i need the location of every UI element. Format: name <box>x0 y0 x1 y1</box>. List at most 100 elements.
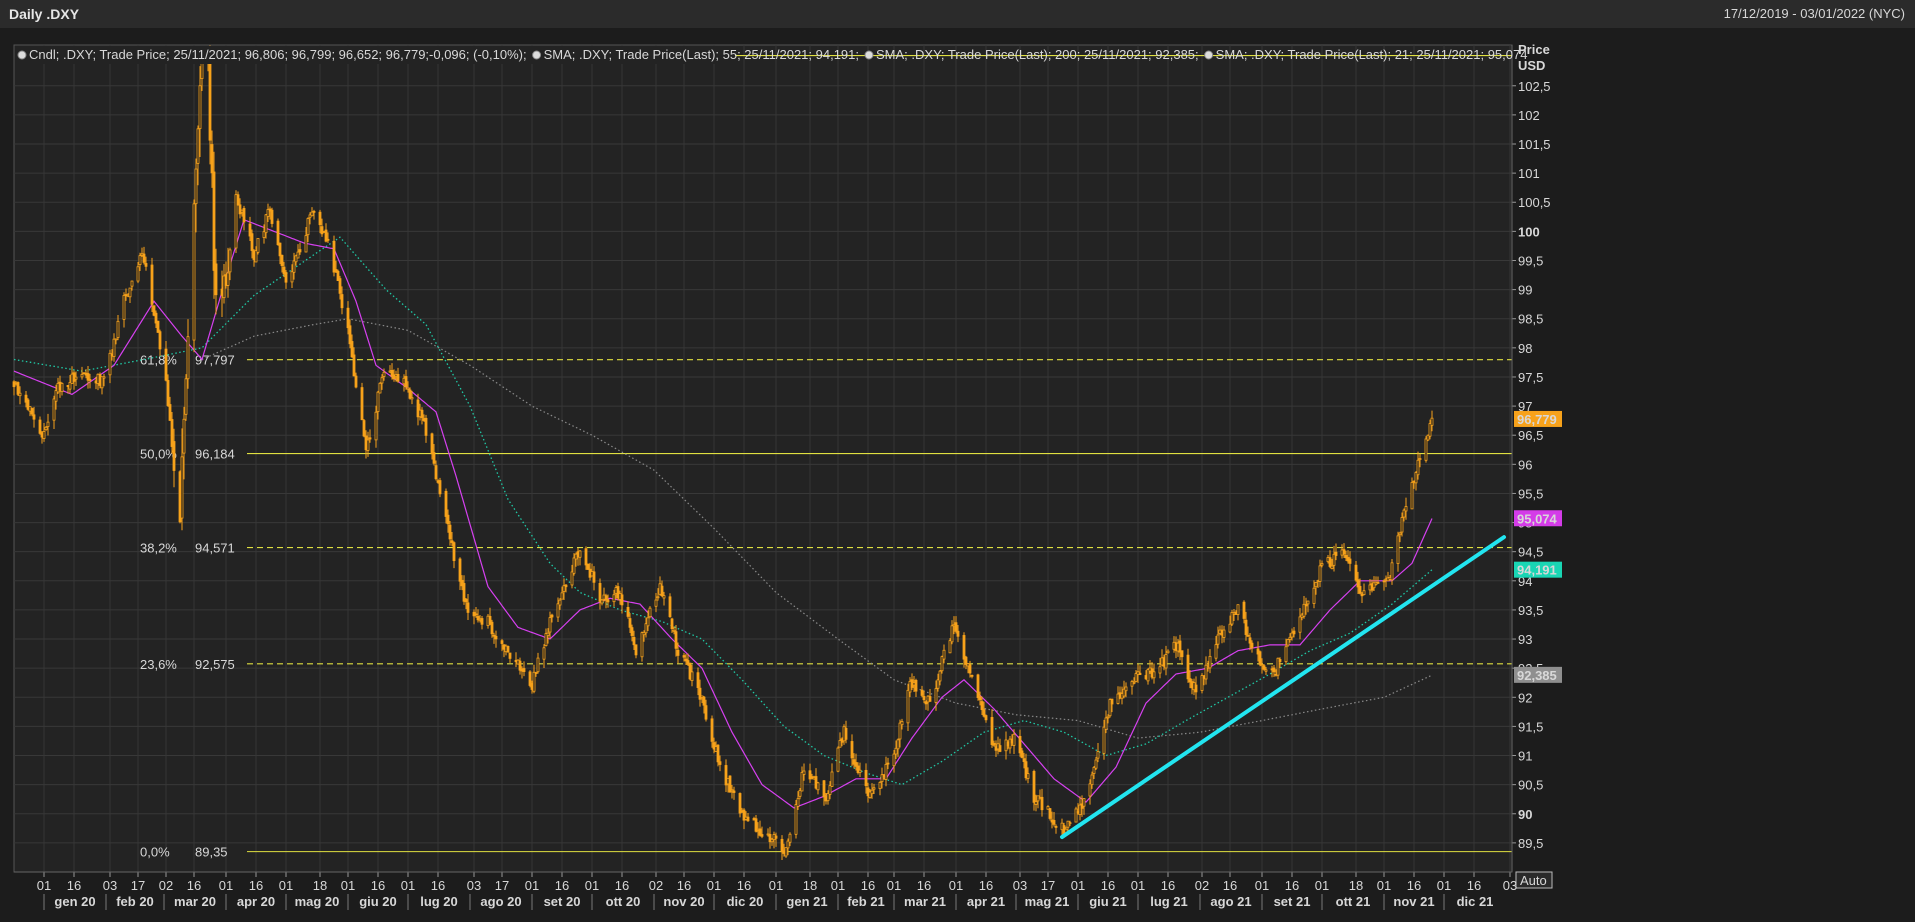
candle-body <box>962 635 966 660</box>
x-month-label: apr 20 <box>237 894 275 909</box>
candle-body <box>1244 619 1248 635</box>
date-range: 17/12/2019 - 03/01/2022 (NYC) <box>1723 6 1905 21</box>
candle-body <box>578 550 582 558</box>
y-tick-label: 100 <box>1518 224 1540 239</box>
candle-body <box>354 375 358 388</box>
x-day-label: 01 <box>831 878 845 893</box>
candle-body <box>1228 623 1232 633</box>
candle-body <box>1132 682 1136 684</box>
legend-entry: SMA; .DXY; Trade Price(Last); 200; 25/11… <box>876 47 1199 62</box>
x-month-label: feb 20 <box>116 894 154 909</box>
x-day-label: 03 <box>1013 878 1027 893</box>
candle-body <box>1396 535 1400 564</box>
candle-body <box>546 632 550 636</box>
x-month-label: lug 20 <box>420 894 458 909</box>
candle-body <box>906 689 910 724</box>
candle-body <box>1104 717 1108 730</box>
x-day-label: 16 <box>431 878 445 893</box>
candle-body <box>250 233 254 251</box>
candle-body <box>368 437 372 440</box>
candle-body <box>338 278 342 294</box>
candle-body <box>534 672 538 674</box>
plot-area[interactable] <box>13 44 1513 873</box>
candle-body <box>850 741 854 759</box>
candle-body <box>1158 666 1162 674</box>
y-tick-label: 99,5 <box>1518 253 1543 268</box>
price-tag-label: 95,074 <box>1517 511 1558 526</box>
x-day-label: 01 <box>769 878 783 893</box>
candle-body <box>166 380 170 406</box>
x-day-label: 18 <box>803 878 817 893</box>
candle-body <box>128 287 132 298</box>
candle-body <box>318 211 322 226</box>
y-tick-label: 91 <box>1518 749 1532 764</box>
candle-body <box>464 598 468 603</box>
y-tick-label: 95,5 <box>1518 486 1543 501</box>
legend-change: -0,096; (-0,10%); <box>429 47 527 62</box>
x-day-label: 18 <box>313 878 327 893</box>
fib-value-label: 97,797 <box>195 353 235 368</box>
x-day-label: 16 <box>677 878 691 893</box>
candle-body <box>948 640 952 654</box>
candle-body <box>130 280 134 287</box>
candle-body <box>1404 506 1408 512</box>
x-day-label: 16 <box>917 878 931 893</box>
x-day-label: 01 <box>887 878 901 893</box>
x-day-label: 03 <box>103 878 117 893</box>
candle-body <box>754 818 758 832</box>
candle-body <box>556 603 560 618</box>
fib-percent-label: 38,2% <box>140 541 177 556</box>
candle-body <box>52 398 56 421</box>
x-day-label: 01 <box>1131 878 1145 893</box>
candle-body <box>212 171 216 271</box>
candle-body <box>380 377 384 384</box>
candle-body <box>802 770 806 775</box>
x-day-label: 16 <box>737 878 751 893</box>
candle-body <box>572 557 576 574</box>
candle-body <box>284 272 288 283</box>
candle-body <box>32 414 36 420</box>
candle-body <box>180 456 184 519</box>
candle-body <box>1362 590 1366 596</box>
candle-body <box>830 771 834 787</box>
candle-body <box>584 548 588 566</box>
fib-value-label: 89,35 <box>195 845 228 860</box>
candle-body <box>1040 796 1044 811</box>
candle-body <box>738 793 742 814</box>
x-day-label: 01 <box>219 878 233 893</box>
candle-body <box>192 203 196 341</box>
candle-body <box>718 761 722 765</box>
candle-body <box>998 745 1002 752</box>
price-chart[interactable]: 100,0%103,01861,8%97,79750,0%96,18438,2%… <box>0 28 1915 922</box>
candle-body <box>1124 686 1128 692</box>
candle-body <box>1138 672 1142 676</box>
chart-title-bar: Daily .DXY 17/12/2019 - 03/01/2022 (NYC) <box>0 0 1915 29</box>
candle-body <box>270 209 274 224</box>
candle-body <box>506 645 510 653</box>
x-month-label: mag 20 <box>295 894 340 909</box>
candle-body <box>660 585 664 597</box>
candle-body <box>494 635 498 640</box>
candle-body <box>892 753 896 767</box>
candle-body <box>984 715 988 721</box>
candle-body <box>606 599 610 603</box>
candle-body <box>654 599 658 607</box>
legend-globe-icon <box>1204 50 1214 60</box>
candle-body <box>878 781 882 789</box>
candle-body <box>466 602 470 613</box>
candle-body <box>408 389 412 399</box>
candle-body <box>226 272 230 286</box>
fib-value-label: 92,575 <box>195 657 235 672</box>
candle-body <box>676 649 680 656</box>
candle-body <box>1258 651 1262 665</box>
candle-body <box>108 352 112 376</box>
candle-body <box>1018 735 1022 754</box>
candle-body <box>332 240 336 273</box>
candle-body <box>16 382 20 395</box>
x-day-label: 16 <box>67 878 81 893</box>
candle-body <box>1320 563 1324 566</box>
candle-body <box>264 214 268 234</box>
legend-entry: SMA; .DXY; Trade Price(Last); 21; 25/11/… <box>1216 47 1528 62</box>
candle-body <box>452 542 456 562</box>
candle-body <box>44 426 48 431</box>
